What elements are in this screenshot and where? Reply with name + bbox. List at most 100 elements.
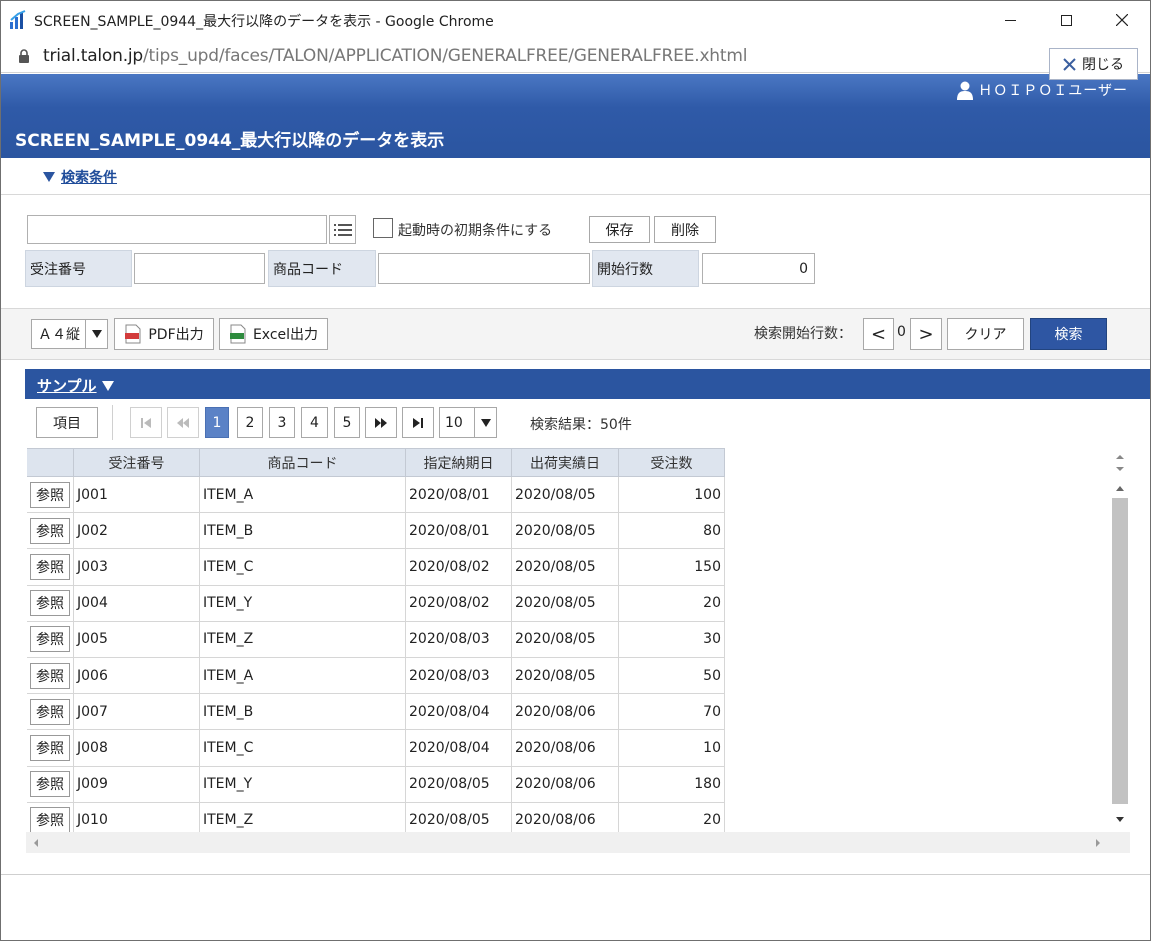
ref-cell: 参照 bbox=[27, 766, 74, 802]
due-date-cell: 2020/08/02 bbox=[406, 585, 512, 621]
column-header bbox=[27, 448, 74, 477]
order-no-cell: J004 bbox=[74, 585, 200, 621]
user-info: ＨＯＩＰＯＩユーザー bbox=[956, 80, 1128, 100]
scroll-left-arrow-icon[interactable] bbox=[32, 837, 40, 849]
scroll-down-arrow-icon[interactable] bbox=[1114, 816, 1126, 824]
next-pages-button[interactable] bbox=[365, 407, 397, 438]
table-row[interactable]: 参照 J010 ITEM_Z 2020/08/05 2020/08/06 20 bbox=[27, 802, 725, 833]
reference-button[interactable]: 参照 bbox=[30, 734, 70, 761]
scroll-up-arrow-icon[interactable] bbox=[1114, 484, 1126, 492]
product-code-cell: ITEM_Z bbox=[200, 621, 406, 657]
browser-window: SCREEN_SAMPLE_0944_最大行以降のデータを表示 - Google… bbox=[0, 0, 1151, 941]
chevron-down-icon bbox=[85, 320, 107, 348]
page-button-3[interactable]: 3 bbox=[269, 407, 295, 438]
ref-cell: 参照 bbox=[27, 549, 74, 585]
ref-cell: 参照 bbox=[27, 730, 74, 766]
search-conditions-toggle[interactable]: 検索条件 bbox=[43, 167, 117, 187]
order-no-input[interactable] bbox=[134, 253, 265, 284]
column-header-order-no[interactable]: 受注番号 bbox=[74, 448, 200, 477]
order-no-cell: J007 bbox=[74, 694, 200, 730]
table-row[interactable]: 参照 J009 ITEM_Y 2020/08/05 2020/08/06 180 bbox=[27, 766, 725, 803]
product-code-cell: ITEM_C bbox=[200, 730, 406, 766]
reference-button[interactable]: 参照 bbox=[30, 662, 70, 689]
reference-button[interactable]: 参照 bbox=[30, 481, 70, 508]
preset-list-button[interactable] bbox=[329, 215, 356, 244]
first-page-button[interactable] bbox=[130, 407, 162, 438]
column-header-quantity[interactable]: 受注数 bbox=[619, 448, 725, 477]
horizontal-scrollbar[interactable] bbox=[26, 832, 1130, 853]
product-code-cell: ITEM_A bbox=[200, 477, 406, 513]
search-button[interactable]: 検索 bbox=[1030, 318, 1107, 350]
table-row[interactable]: 参照 J006 ITEM_A 2020/08/03 2020/08/05 50 bbox=[27, 657, 725, 695]
pdf-file-icon bbox=[125, 324, 141, 344]
product-code-input[interactable] bbox=[378, 253, 590, 284]
page-button-4[interactable]: 4 bbox=[301, 407, 328, 438]
triangle-down-icon bbox=[101, 380, 114, 391]
init-condition-checkbox[interactable] bbox=[373, 218, 393, 238]
minimize-icon bbox=[1004, 19, 1016, 21]
reference-button[interactable]: 参照 bbox=[30, 517, 70, 544]
paper-size-select[interactable]: Ａ４縦 bbox=[31, 319, 108, 349]
rewind-icon bbox=[177, 417, 189, 428]
scroll-right-arrow-icon[interactable] bbox=[1094, 837, 1102, 849]
vertical-scroll-thumb[interactable] bbox=[1112, 498, 1128, 804]
sample-panel-toggle[interactable]: サンプル bbox=[37, 375, 114, 396]
reference-button[interactable]: 参照 bbox=[30, 590, 70, 617]
ref-cell: 参照 bbox=[27, 657, 74, 694]
order-no-cell: J009 bbox=[74, 766, 200, 802]
page-size-select[interactable]: 10 bbox=[439, 407, 497, 438]
start-row-input[interactable]: 0 bbox=[702, 253, 815, 284]
window-close-button[interactable] bbox=[1094, 1, 1150, 39]
order-no-label: 受注番号 bbox=[25, 250, 132, 287]
first-page-icon bbox=[141, 417, 151, 428]
reference-button[interactable]: 参照 bbox=[30, 771, 70, 798]
column-header-product-code[interactable]: 商品コード bbox=[200, 448, 406, 477]
column-header-due-date[interactable]: 指定納期日 bbox=[406, 448, 512, 477]
url-host: trial.talon.jp bbox=[43, 46, 144, 66]
column-header-ship-date[interactable]: 出荷実績日 bbox=[512, 448, 619, 477]
result-count: 検索結果：50件 bbox=[530, 417, 632, 433]
quantity-cell: 100 bbox=[619, 477, 725, 513]
excel-export-button[interactable]: Excel出力 bbox=[219, 318, 328, 350]
triangle-down-icon bbox=[43, 172, 55, 182]
ref-cell: 参照 bbox=[27, 621, 74, 657]
reference-button[interactable]: 参照 bbox=[30, 626, 70, 653]
prev-pages-button[interactable] bbox=[167, 407, 199, 438]
page-button-5[interactable]: 5 bbox=[334, 407, 360, 438]
preset-input[interactable] bbox=[27, 215, 327, 244]
quantity-cell: 30 bbox=[619, 621, 725, 657]
close-screen-button[interactable]: 閉じる bbox=[1049, 48, 1138, 80]
table-row[interactable]: 参照 J003 ITEM_C 2020/08/02 2020/08/05 150 bbox=[27, 549, 725, 586]
search-start-row-label: 検索開始行数： bbox=[754, 326, 852, 342]
chevron-down-icon bbox=[474, 408, 496, 437]
delete-button[interactable]: 削除 bbox=[654, 216, 716, 243]
reference-button[interactable]: 参照 bbox=[30, 807, 70, 833]
reference-button[interactable]: 参照 bbox=[30, 553, 70, 580]
table-row[interactable]: 参照 J005 ITEM_Z 2020/08/03 2020/08/05 30 bbox=[27, 621, 725, 658]
start-row-next-button[interactable]: > bbox=[910, 318, 942, 350]
app-header: ＨＯＩＰＯＩユーザー SCREEN_SAMPLE_0944_最大行以降のデータを… bbox=[1, 74, 1150, 158]
reference-button[interactable]: 参照 bbox=[30, 698, 70, 725]
table-row[interactable]: 参照 J002 ITEM_B 2020/08/01 2020/08/05 80 bbox=[27, 513, 725, 550]
page-size-value: 10 bbox=[445, 414, 463, 431]
table-row[interactable]: 参照 J008 ITEM_C 2020/08/04 2020/08/06 10 bbox=[27, 730, 725, 767]
address-bar[interactable]: trial.talon.jp/tips_upd/faces/TALON/APPL… bbox=[1, 39, 1150, 73]
save-button[interactable]: 保存 bbox=[589, 216, 650, 243]
page-button-2[interactable]: 2 bbox=[237, 407, 263, 438]
ship-date-cell: 2020/08/05 bbox=[512, 513, 619, 549]
maximize-button[interactable] bbox=[1038, 1, 1094, 39]
columns-button[interactable]: 項目 bbox=[36, 407, 98, 438]
user-name: ＨＯＩＰＯＩユーザー bbox=[978, 83, 1128, 99]
scroll-up-icon bbox=[1116, 455, 1124, 471]
product-code-label: 商品コード bbox=[268, 250, 376, 287]
clear-button[interactable]: クリア bbox=[947, 318, 1024, 350]
pdf-export-button[interactable]: PDF出力 bbox=[114, 318, 214, 350]
sample-panel-title: サンプル bbox=[37, 377, 97, 395]
table-row[interactable]: 参照 J007 ITEM_B 2020/08/04 2020/08/06 70 bbox=[27, 694, 725, 731]
table-row[interactable]: 参照 J004 ITEM_Y 2020/08/02 2020/08/05 20 bbox=[27, 585, 725, 622]
start-row-prev-button[interactable]: < bbox=[863, 318, 894, 350]
table-row[interactable]: 参照 J001 ITEM_A 2020/08/01 2020/08/05 100 bbox=[27, 477, 725, 514]
page-button-1[interactable]: 1 bbox=[205, 407, 229, 438]
last-page-button[interactable] bbox=[402, 407, 434, 438]
minimize-button[interactable] bbox=[982, 1, 1038, 39]
